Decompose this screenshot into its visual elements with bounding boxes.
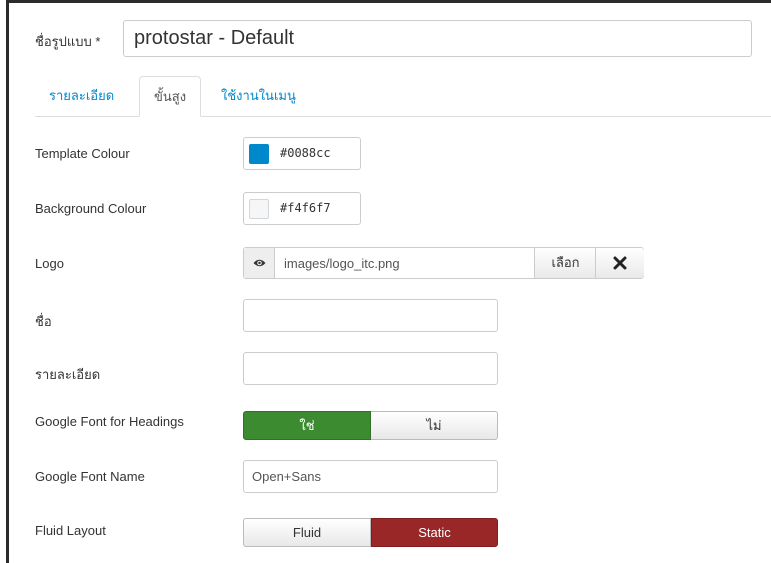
google-font-headings-label: Google Font for Headings [35,414,184,429]
tab-menu-assignment[interactable]: ใช้งานในเมนู [207,76,310,116]
logo-clear-button[interactable] [595,248,644,278]
name-input[interactable] [243,299,498,332]
logo-media-field: images/logo_itc.png เลือก [243,247,644,279]
logo-select-button[interactable]: เลือก [534,248,596,278]
logo-path[interactable]: images/logo_itc.png [284,256,400,271]
logo-label: Logo [35,256,64,271]
description-input[interactable] [243,352,498,385]
tab-bar: รายละเอียด ขั้นสูง ใช้งานในเมนู [35,74,771,117]
template-colour-value[interactable]: #0088cc [280,146,331,160]
template-colour-label: Template Colour [35,146,130,161]
background-colour-picker[interactable]: #f4f6f7 [243,192,361,225]
tab-details[interactable]: รายละเอียด [35,76,128,116]
google-font-headings-yes-button[interactable]: ใช่ [243,411,371,440]
eye-icon [253,259,266,267]
fluid-layout-label: Fluid Layout [35,523,106,538]
background-colour-swatch[interactable] [249,199,269,219]
style-name-label: ชื่อรูปแบบ * [35,34,101,49]
template-colour-picker[interactable]: #0088cc [243,137,361,170]
window-frame-left [6,0,9,563]
close-icon [613,256,627,270]
logo-preview-button[interactable] [244,248,275,278]
background-colour-label: Background Colour [35,201,147,216]
fluid-layout-static-button[interactable]: Static [371,518,498,547]
fluid-layout-fluid-button[interactable]: Fluid [243,518,371,547]
description-label: รายละเอียด [35,367,101,382]
background-colour-value[interactable]: #f4f6f7 [280,201,331,215]
google-font-headings-no-button[interactable]: ไม่ [371,411,498,440]
window-frame-top [6,0,771,3]
template-colour-swatch[interactable] [249,144,269,164]
name-label: ชื่อ [35,314,52,329]
fluid-layout-toggle: Fluid Static [243,518,498,547]
google-font-name-input[interactable] [243,460,498,493]
google-font-name-label: Google Font Name [35,469,145,484]
tab-advanced[interactable]: ขั้นสูง [139,76,202,117]
google-font-headings-toggle: ใช่ ไม่ [243,411,498,440]
style-name-input[interactable] [123,20,752,57]
